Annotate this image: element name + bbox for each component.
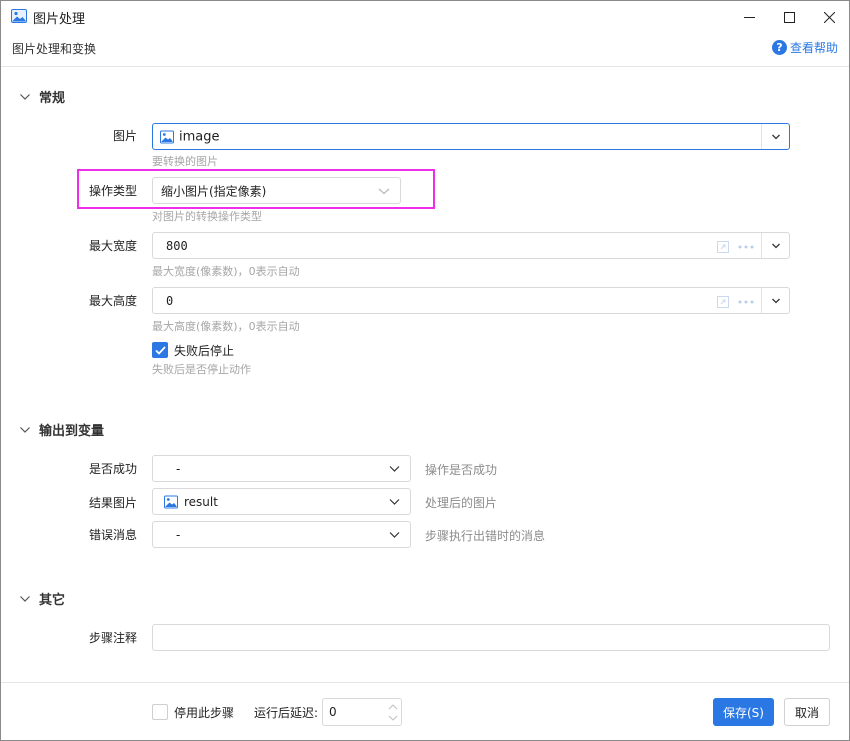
close-button[interactable] — [809, 1, 849, 33]
max-height-dropdown-button[interactable] — [761, 288, 789, 313]
help-link[interactable]: ? 查看帮助 — [771, 39, 838, 56]
stop-on-fail-hint: 失败后是否停止动作 — [152, 363, 251, 376]
image-icon — [11, 9, 27, 23]
section-output-toggle[interactable]: 输出到变量 — [19, 420, 104, 439]
result-image-select[interactable]: result — [152, 488, 411, 515]
image-variable-icon — [164, 495, 178, 508]
max-height-input[interactable]: 0 — [152, 287, 790, 314]
max-width-dropdown-button[interactable] — [761, 233, 789, 258]
error-message-value: - — [176, 527, 181, 542]
more-icon[interactable] — [738, 245, 754, 249]
chevron-down-icon — [389, 465, 400, 472]
success-hint: 操作是否成功 — [425, 463, 498, 477]
operation-select[interactable]: 缩小图片(指定像素) — [152, 177, 401, 204]
delay-value[interactable]: 0 — [329, 705, 337, 719]
chevron-down-icon — [771, 134, 780, 139]
stepper-up-icon[interactable] — [388, 703, 398, 711]
operation-value: 缩小图片(指定像素) — [161, 184, 267, 198]
max-width-label: 最大宽度 — [88, 239, 137, 253]
stop-on-fail-label[interactable]: 失败后停止 — [174, 342, 234, 359]
result-image-value: result — [184, 494, 218, 509]
image-select[interactable]: image — [152, 123, 790, 150]
section-other-title: 其它 — [39, 593, 66, 608]
success-label: 是否成功 — [88, 462, 137, 476]
max-width-hint: 最大宽度(像素数)，0表示自动 — [152, 265, 300, 278]
stepper-down-icon[interactable] — [388, 714, 398, 722]
dialog-window: 图片处理 图片处理和变换 ? 查看帮助 常规 图片 image 要转换的图片 操… — [0, 0, 850, 741]
max-height-value[interactable]: 0 — [166, 294, 173, 308]
chevron-down-icon — [389, 531, 400, 538]
max-height-hint: 最大高度(像素数)，0表示自动 — [152, 320, 300, 333]
close-icon — [823, 11, 835, 23]
image-hint: 要转换的图片 — [152, 155, 218, 168]
chevron-down-icon — [20, 93, 30, 100]
save-button[interactable]: 保存(S) — [713, 698, 774, 726]
result-image-hint: 处理后的图片 — [425, 496, 498, 510]
dialog-subtitle: 图片处理和变换 — [12, 42, 97, 56]
chevron-down-icon — [20, 595, 30, 602]
section-general-toggle[interactable]: 常规 — [19, 87, 65, 106]
delay-stepper[interactable]: 0 — [322, 698, 402, 726]
max-width-input[interactable]: 800 — [152, 232, 790, 259]
maximize-icon — [783, 11, 795, 23]
expand-icon[interactable] — [717, 296, 729, 308]
window-title: 图片处理 — [33, 12, 86, 27]
chevron-down-icon — [378, 188, 390, 194]
delay-label: 运行后延迟: — [254, 706, 319, 720]
error-message-select[interactable]: - — [152, 521, 411, 548]
error-message-label: 错误消息 — [88, 528, 137, 542]
disable-step-label[interactable]: 停用此步骤 — [174, 704, 234, 721]
help-icon: ? — [771, 40, 787, 55]
minimize-button[interactable] — [729, 1, 769, 33]
operation-label: 操作类型 — [88, 184, 137, 198]
max-width-value[interactable]: 800 — [166, 239, 188, 253]
disable-step-checkbox[interactable] — [152, 704, 168, 720]
operation-hint: 对图片的转换操作类型 — [152, 210, 262, 223]
success-variable-select[interactable]: - — [152, 455, 411, 482]
chevron-down-icon — [771, 298, 780, 303]
image-variable-icon — [160, 130, 174, 143]
success-value: - — [176, 461, 181, 476]
section-output-title: 输出到变量 — [39, 424, 105, 439]
chevron-down-icon — [389, 498, 400, 505]
more-icon[interactable] — [738, 300, 754, 304]
expand-icon[interactable] — [717, 241, 729, 253]
image-value: image — [179, 129, 220, 144]
max-height-label: 最大高度 — [88, 294, 137, 308]
check-icon — [154, 345, 166, 355]
stop-on-fail-checkbox[interactable] — [152, 342, 168, 358]
header-divider — [1, 66, 849, 67]
minimize-icon — [743, 16, 755, 18]
image-dropdown-button[interactable] — [761, 124, 789, 149]
chevron-down-icon — [771, 243, 780, 248]
title-bar: 图片处理 — [1, 1, 849, 33]
chevron-down-icon — [20, 426, 30, 433]
help-label: 查看帮助 — [789, 41, 838, 55]
error-message-hint: 步骤执行出错时的消息 — [425, 529, 546, 543]
footer-divider — [1, 682, 849, 683]
section-other-toggle[interactable]: 其它 — [19, 589, 65, 608]
image-label: 图片 — [112, 129, 137, 143]
section-general-title: 常规 — [39, 91, 66, 106]
maximize-button[interactable] — [769, 1, 809, 33]
result-image-label: 结果图片 — [88, 496, 137, 510]
step-note-label: 步骤注释 — [88, 631, 137, 645]
step-note-input[interactable] — [152, 624, 830, 651]
cancel-button[interactable]: 取消 — [784, 698, 830, 726]
